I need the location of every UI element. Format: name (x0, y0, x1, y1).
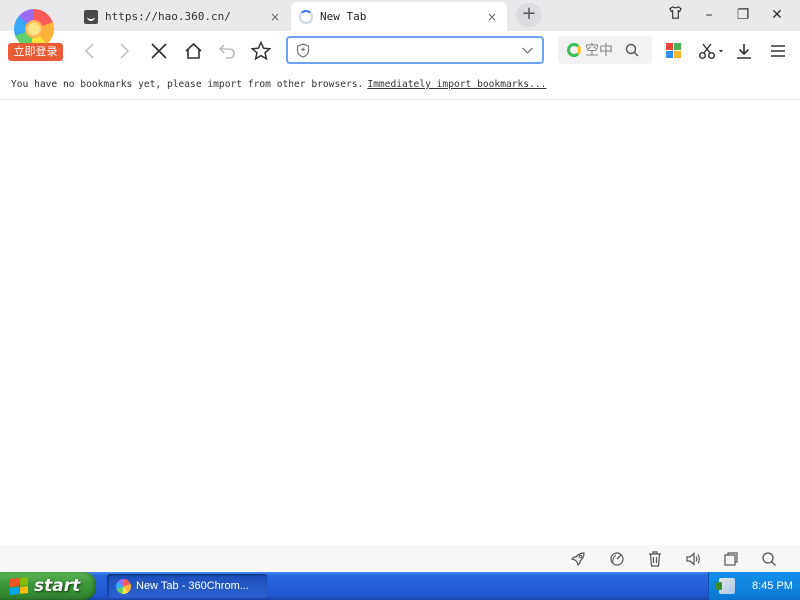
tab-close-icon[interactable]: × (483, 8, 501, 26)
browser-logo[interactable]: 立即登录 (8, 5, 63, 61)
restore-button[interactable]: ❐ (732, 5, 754, 25)
forward-button[interactable] (110, 31, 138, 70)
bookmarks-empty-message: You have no bookmarks yet, please import… (11, 79, 364, 90)
address-input[interactable] (318, 41, 508, 59)
windows-flag-icon (10, 577, 28, 595)
close-window-button[interactable]: ✕ (766, 5, 788, 25)
tab-close-icon[interactable]: × (266, 8, 284, 26)
tab-title: New Tab (320, 10, 367, 23)
minimize-button[interactable]: – (698, 5, 720, 25)
apps-grid-icon (665, 43, 681, 58)
hamburger-menu-icon (771, 44, 785, 57)
home-button[interactable] (179, 31, 207, 70)
taskbar: start New Tab - 360Chrom... 8:45 PM (0, 572, 800, 600)
page-icon (84, 9, 98, 24)
bookmarks-bar: You have no bookmarks yet, please import… (0, 70, 800, 100)
system-tray: 8:45 PM (708, 572, 800, 600)
start-button[interactable]: start (0, 572, 96, 600)
volume-icon[interactable] (683, 549, 703, 569)
window-restore-icon[interactable] (721, 549, 741, 569)
rocket-icon[interactable] (568, 549, 588, 569)
apps-button[interactable] (659, 31, 687, 70)
screenshot-button[interactable] (694, 31, 728, 70)
skin-shirt-icon[interactable] (664, 5, 686, 25)
login-badge[interactable]: 立即登录 (8, 43, 63, 61)
search-icon (625, 43, 639, 57)
download-icon (737, 43, 751, 59)
trash-icon[interactable] (645, 549, 665, 569)
address-bar[interactable] (286, 36, 544, 64)
new-tab-button[interactable]: + (516, 3, 542, 27)
360-browser-icon (116, 578, 131, 594)
360-search-icon (567, 43, 581, 57)
status-bar (0, 545, 800, 572)
zoom-search-icon[interactable] (759, 549, 779, 569)
menu-button[interactable] (764, 31, 792, 70)
page-content (0, 101, 800, 545)
tab-strip: https://hao.360.cn/ × New Tab × + – ❐ ✕ (0, 0, 800, 31)
tab-title: https://hao.360.cn/ (105, 10, 231, 23)
shield-icon (296, 43, 310, 58)
tab-hao360[interactable]: https://hao.360.cn/ × (76, 2, 290, 31)
bookmark-star-button[interactable] (247, 31, 275, 70)
stop-button[interactable] (145, 31, 173, 70)
chevron-down-icon (522, 47, 533, 54)
speed-gauge-icon[interactable] (607, 549, 627, 569)
network-tray-icon[interactable] (716, 578, 735, 594)
tab-new-tab[interactable]: New Tab × (291, 2, 507, 31)
taskbar-window-button[interactable]: New Tab - 360Chrom... (107, 574, 267, 598)
search-placeholder: 空中 (585, 43, 613, 59)
undo-close-button[interactable] (213, 31, 241, 70)
back-button[interactable] (76, 31, 104, 70)
scissors-icon (699, 43, 723, 59)
back-arrow-icon (84, 42, 94, 59)
toolbar: 空中 (0, 31, 800, 70)
loading-spinner-icon (299, 9, 313, 24)
clock: 8:45 PM (752, 580, 793, 592)
search-box[interactable]: 空中 (558, 36, 652, 64)
home-icon (184, 42, 202, 59)
stop-x-icon (151, 42, 167, 59)
download-button[interactable] (730, 31, 758, 70)
undo-icon (218, 43, 235, 59)
forward-arrow-icon (120, 42, 130, 59)
start-label: start (34, 576, 81, 596)
taskbar-window-label: New Tab - 360Chrom... (136, 580, 249, 592)
import-bookmarks-link[interactable]: Immediately import bookmarks... (367, 79, 546, 90)
star-icon (251, 40, 271, 60)
